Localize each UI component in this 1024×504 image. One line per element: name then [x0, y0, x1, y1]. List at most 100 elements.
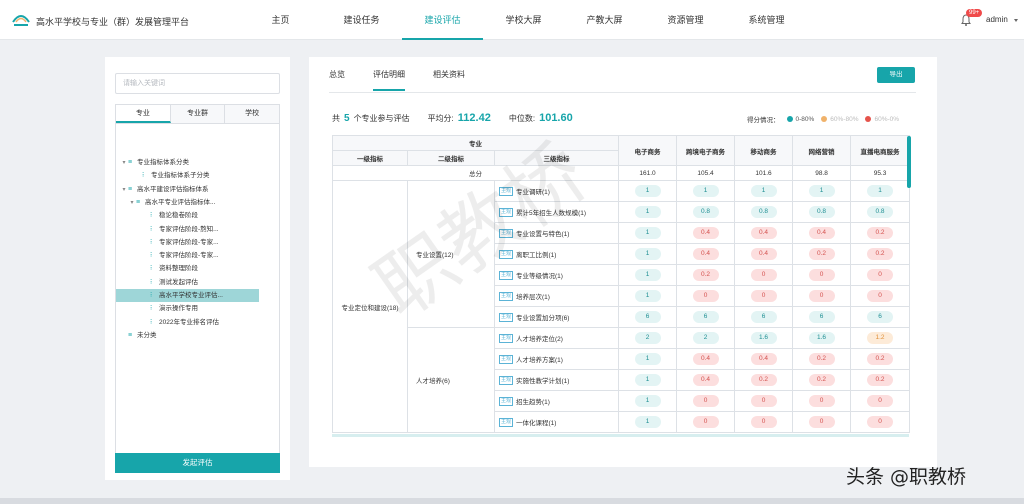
nav-item[interactable]: 建设任务: [321, 0, 402, 40]
tree-node[interactable]: ⁝ 资料整理阶段: [142, 262, 198, 275]
score-cell: 0: [676, 390, 736, 412]
tree-node-label: 专家评估阶段-专家...: [159, 238, 219, 246]
score-pill: 0.2: [867, 227, 894, 239]
level3-name: 招生趋势(1): [516, 398, 550, 406]
caret-down-icon[interactable]: ▾: [128, 197, 136, 210]
score-cell: 0: [734, 390, 794, 412]
legend-label: 得分情况：: [747, 117, 780, 124]
legend-dot: [865, 116, 872, 122]
score-pill: 6: [808, 311, 835, 323]
score-cell: 0.2: [850, 348, 911, 370]
table-horizontal-scrollbar[interactable]: [332, 434, 909, 437]
score-pill: 1: [634, 206, 661, 218]
tree-node[interactable]: ⁝ 演示操作专用: [142, 302, 198, 315]
score-pill: 0: [808, 416, 835, 428]
nav-item[interactable]: 系统管理: [726, 0, 807, 40]
score-pill: 1.2: [867, 332, 894, 344]
score-pill: 0: [750, 416, 777, 428]
tree-node[interactable]: ⁝ 高水平学校专业评估...: [116, 289, 259, 302]
legend-text: 60%-80%: [830, 115, 859, 123]
category-tabs: 专业 专业群 学校: [115, 104, 280, 124]
tree-node[interactable]: ▾ ≡ 高水平专业评估指标体...: [128, 196, 215, 209]
chevron-down-icon[interactable]: [1014, 19, 1018, 22]
tree-node-label: 专家评估阶段-熬知...: [159, 225, 219, 233]
score-cell: 0.8: [850, 201, 911, 223]
tree-node-icon: ⁝: [150, 252, 153, 260]
tree-node-icon: ≡: [128, 331, 133, 339]
tree-node[interactable]: ⁝ 稳论稳卷阶段: [142, 209, 198, 222]
tree-node-label: 专业指标体系子分类: [151, 172, 210, 180]
score-cell: 6: [792, 306, 852, 328]
score-pill: 2: [634, 332, 661, 344]
level3-name: 专业设置加分项(6): [516, 314, 570, 322]
score-pill: 0.2: [867, 374, 894, 386]
score-pill: 1: [808, 185, 835, 197]
score-cell: 0.2: [850, 222, 911, 244]
legend-item: 0-80%: [786, 116, 814, 123]
search-input[interactable]: [115, 73, 280, 94]
tree-node[interactable]: ⁝ 专家评估阶段-专家...: [142, 236, 219, 249]
score-cell: 0: [850, 285, 911, 307]
subjective-tag: 主观: [499, 271, 514, 281]
total-label: 总分: [332, 165, 620, 181]
tree-node[interactable]: ▾ ≡ 专业指标体系分类: [120, 156, 189, 169]
score-cell: 0.8: [676, 201, 736, 223]
tab-evaluation-detail[interactable]: 评估明细: [373, 69, 405, 91]
tree-node[interactable]: ⁝ 测试发起评估: [142, 276, 198, 289]
level3-cell: 主观 专业调研(1): [493, 180, 620, 202]
score-pill: 1: [634, 395, 661, 407]
score-pill: 1: [634, 416, 661, 428]
tree-node-label: 高水平专业评估指标体...: [145, 198, 216, 206]
nav-item[interactable]: 资源管理: [645, 0, 726, 40]
score-pill: 1: [750, 185, 777, 197]
summary-line: 共 5 个专业参与评估 平均分: 112.42 中位数: 101.60: [332, 112, 573, 124]
tree-node-label: 测试发起评估: [159, 278, 198, 286]
summary-count: 5: [344, 113, 350, 124]
score-pill: 0.8: [750, 206, 777, 218]
tab-school[interactable]: 学校: [225, 105, 280, 123]
score-cell: 0.2: [850, 243, 911, 265]
left-panel: 专业专业群学校 ▾≡专业指标体系分类⁝专业指标体系子分类▾≡高水平建设评估指标体…: [105, 57, 290, 480]
tree-node[interactable]: ⁝ 2022年专业排名评估: [142, 316, 219, 329]
legend-dot: [786, 116, 793, 122]
tab-overview[interactable]: 总览: [329, 69, 345, 91]
score-pill: 0.4: [750, 353, 777, 365]
nav-item[interactable]: 建设评估: [402, 0, 483, 40]
tree-node-icon: ⁝: [150, 318, 153, 326]
level3-cell: 主观 人才培养定位(2): [493, 327, 620, 349]
score-cell: 6: [850, 306, 911, 328]
tree-node[interactable]: ▾ ≡ 高水平建设评估指标体系: [120, 183, 208, 197]
tree-node[interactable]: ⁝ 专家评估阶段-熬知...: [142, 223, 219, 236]
evaluation-table-wrapper: 专业 电子商务 跨境电子商务 移动商务 网络营销 直播电商服务 一级指标 二级指…: [332, 135, 912, 435]
caret-down-icon[interactable]: ▾: [120, 184, 128, 197]
score-cell: 1: [618, 180, 678, 202]
score-pill: 0.4: [808, 227, 835, 239]
score-pill: 0: [692, 290, 719, 302]
tree-node-icon: ⁝: [150, 265, 153, 273]
subjective-tag: 主观: [499, 208, 514, 218]
score-cell: 0: [792, 390, 852, 412]
nav-item[interactable]: 产教大屏: [564, 0, 645, 40]
score-pill: 1: [634, 374, 661, 386]
user-menu[interactable]: admin: [986, 15, 1008, 24]
score-cell: 1: [618, 369, 678, 391]
tree-node[interactable]: ⁝ 专家评估阶段-专家...: [142, 249, 219, 262]
tree-node[interactable]: ⁝ 专业指标体系子分类: [134, 169, 210, 182]
caret-down-icon[interactable]: ▾: [120, 157, 128, 170]
start-evaluation-button[interactable]: 发起评估: [115, 453, 280, 473]
score-cell: 1: [618, 285, 678, 307]
subjective-tag: 主观: [499, 250, 514, 260]
score-pill: 1: [634, 353, 661, 365]
table-vertical-scrollbar[interactable]: [907, 136, 911, 188]
tab-major[interactable]: 专业: [116, 105, 171, 123]
level2-cell: 专业设置(12): [407, 180, 495, 328]
tab-related-materials[interactable]: 相关资料: [433, 69, 465, 91]
app-brand-title: 高水平学校与专业（群）发展管理平台: [36, 17, 190, 27]
nav-item[interactable]: 主页: [240, 0, 321, 40]
subjective-tag: 主观: [499, 355, 514, 365]
nav-item[interactable]: 学校大屏: [483, 0, 564, 40]
tab-major-group[interactable]: 专业群: [170, 105, 226, 123]
bottom-bar: [0, 498, 1024, 504]
export-button[interactable]: 导出: [877, 67, 915, 83]
tree-node[interactable]: ≡ 未分类: [120, 329, 157, 342]
